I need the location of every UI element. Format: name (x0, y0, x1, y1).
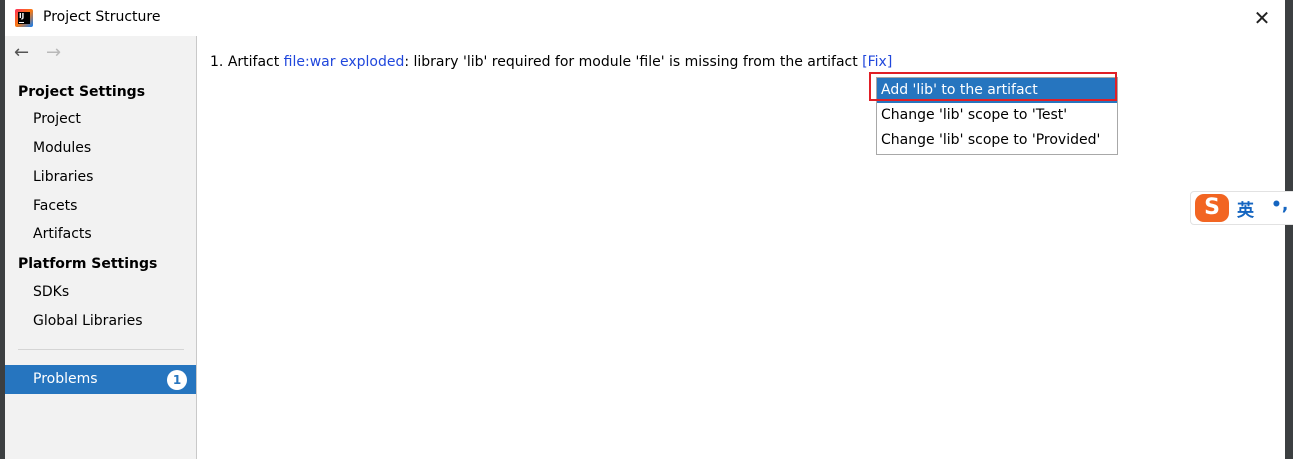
artifact-link[interactable]: file:war exploded (284, 54, 405, 70)
project-settings-heading: Project Settings (18, 84, 146, 100)
navigation-arrows: ← → (14, 43, 78, 63)
problems-panel: 1. Artifact file:war exploded: library '… (197, 36, 1285, 459)
title-bar: IJ Project Structure ✕ (5, 0, 1285, 36)
problems-label: Problems (33, 371, 98, 387)
platform-settings-heading: Platform Settings (18, 256, 158, 272)
close-icon[interactable]: ✕ (1239, 0, 1285, 36)
sidebar-item-libraries[interactable]: Libraries (33, 169, 93, 185)
sidebar-divider (18, 349, 184, 350)
problem-prefix: Artifact (227, 54, 280, 70)
ime-toolbar[interactable]: S 英 •, (1190, 191, 1293, 225)
fix-link[interactable]: [Fix] (862, 54, 892, 70)
problem-number: 1. (210, 54, 224, 70)
sidebar-item-sdks[interactable]: SDKs (33, 284, 69, 300)
window-title: Project Structure (43, 9, 161, 25)
problems-count-badge: 1 (167, 370, 187, 390)
annotation-highlight-box (869, 72, 1117, 101)
sidebar-item-facets[interactable]: Facets (33, 198, 77, 214)
fix-option-scope-provided[interactable]: Change 'lib' scope to 'Provided' (877, 128, 1117, 153)
forward-arrow-icon[interactable]: → (46, 43, 78, 63)
sidebar-item-project[interactable]: Project (33, 111, 81, 127)
sidebar: ← → Project Settings Project Modules Libr… (5, 36, 197, 459)
sidebar-item-artifacts[interactable]: Artifacts (33, 226, 92, 242)
sidebar-item-global-libraries[interactable]: Global Libraries (33, 313, 143, 329)
project-structure-dialog: IJ Project Structure ✕ ← → Project Settin… (5, 0, 1285, 459)
ime-punctuation-toggle[interactable]: •, (1271, 195, 1288, 215)
intellij-idea-icon: IJ (15, 9, 33, 27)
ime-language-toggle[interactable]: 英 (1237, 196, 1254, 221)
sidebar-item-problems[interactable]: Problems 1 (5, 365, 196, 394)
problem-entry: 1. Artifact file:war exploded: library '… (210, 54, 892, 70)
problem-message: : library 'lib' required for module 'fil… (404, 54, 858, 70)
back-arrow-icon[interactable]: ← (14, 43, 46, 63)
sogou-logo-icon[interactable]: S (1195, 194, 1229, 222)
sidebar-item-modules[interactable]: Modules (33, 140, 91, 156)
fix-option-scope-test[interactable]: Change 'lib' scope to 'Test' (877, 103, 1117, 128)
